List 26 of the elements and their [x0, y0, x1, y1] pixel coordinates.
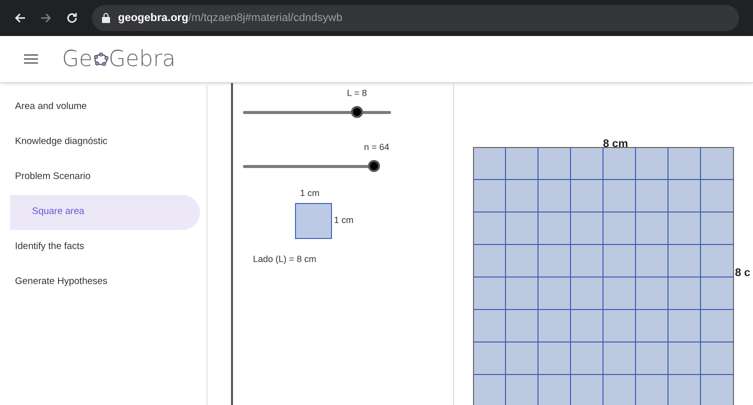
dimension-label: 1 cm [334, 214, 354, 227]
back-icon[interactable] [14, 12, 26, 24]
slider-label: L = 8 [346, 87, 367, 100]
logo-text: Ge [62, 46, 93, 74]
sidebar-item[interactable]: Knowledge diagnóstic [0, 125, 200, 160]
logo-icon [92, 51, 109, 67]
sidebar-item[interactable]: Identify the facts [0, 230, 200, 265]
menu-icon[interactable] [24, 54, 38, 64]
side-length-text: Lado (L) = 8 cm [253, 252, 318, 266]
sidebar-item[interactable]: Area and volume [0, 90, 200, 125]
dimension-label: 8 c [735, 266, 750, 281]
slider-label: n = 64 [364, 141, 390, 154]
dimension-label: 1 cm [300, 187, 321, 200]
logo-text: Gebra [108, 46, 176, 74]
forward-icon[interactable] [40, 12, 52, 24]
slider-thumb[interactable] [368, 160, 380, 172]
address-bar[interactable]: geogebra.org/m/tqzaen8j#material/cdndsywb [92, 5, 739, 31]
sidebar-item[interactable]: Square area [10, 195, 200, 230]
url-text: geogebra.org/m/tqzaen8j#material/cdndsywb [118, 10, 342, 26]
dimension-label: 8 cm [603, 137, 628, 152]
slider-thumb[interactable] [350, 106, 363, 118]
sidebar-item[interactable]: Problem Scenario [0, 160, 200, 195]
reload-icon[interactable] [66, 12, 78, 24]
lock-icon [102, 13, 110, 23]
sidebar-item[interactable]: Generate Hypotheses [0, 265, 200, 300]
unit-square [295, 202, 332, 238]
